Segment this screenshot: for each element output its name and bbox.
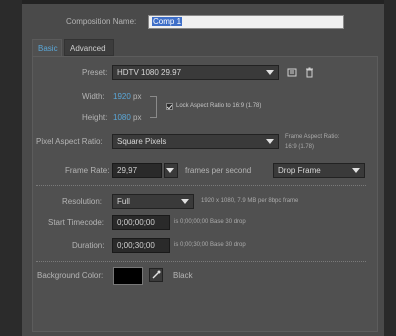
start-timecode-value: 0;00;00;00 (117, 218, 155, 227)
chevron-down-icon (352, 168, 360, 173)
lock-aspect-label: Lock Aspect Ratio to 16:9 (1.78) (176, 103, 262, 109)
chevron-down-icon (166, 168, 174, 173)
resolution-dropdown[interactable]: Full (112, 194, 194, 209)
comp-name-value: Comp 1 (152, 17, 183, 26)
start-timecode-label: Start Timecode: (48, 218, 105, 227)
pixel-aspect-value: Square Pixels (117, 137, 167, 146)
eyedropper-icon[interactable] (149, 268, 163, 282)
preset-label: Preset: (82, 68, 108, 77)
frame-aspect-value: 16:9 (1.78) (285, 144, 315, 150)
divider (36, 261, 366, 262)
pixel-aspect-dropdown[interactable]: Square Pixels (112, 134, 279, 149)
frame-rate-dropdown[interactable] (164, 163, 178, 178)
drop-frame-value: Drop Frame (278, 166, 321, 175)
height-unit: px (133, 113, 142, 122)
divider (36, 185, 366, 186)
chevron-down-icon (266, 139, 274, 144)
aspect-lock-bracket (150, 96, 157, 118)
bg-color-swatch[interactable] (113, 267, 143, 285)
tab-basic-label: Basic (38, 44, 58, 53)
duration-input[interactable]: 0;00;30;00 (112, 238, 170, 253)
drop-frame-dropdown[interactable]: Drop Frame (273, 163, 365, 178)
pixel-aspect-label: Pixel Aspect Ratio: (36, 137, 103, 146)
tab-basic[interactable]: Basic (32, 39, 62, 56)
comp-name-label: Composition Name: (66, 17, 137, 26)
width-value[interactable]: 1920 (113, 92, 131, 101)
lock-aspect-checkbox[interactable] (166, 103, 173, 110)
frame-rate-label: Frame Rate: (65, 166, 110, 175)
resolution-value: Full (117, 197, 130, 206)
chevron-down-icon (266, 70, 274, 75)
height-value[interactable]: 1080 (113, 113, 131, 122)
background-left (0, 0, 22, 336)
trash-icon[interactable] (304, 67, 315, 78)
width-unit: px (133, 92, 142, 101)
background-right (384, 0, 396, 336)
frame-rate-unit: frames per second (185, 166, 252, 175)
start-timecode-input[interactable]: 0;00;00;00 (112, 215, 170, 230)
preset-dropdown[interactable]: HDTV 1080 29.97 (112, 65, 279, 80)
comp-name-input[interactable]: Comp 1 (148, 15, 344, 29)
frame-rate-input[interactable]: 29,97 (112, 163, 162, 178)
frame-aspect-label: Frame Aspect Ratio: (285, 134, 340, 140)
save-preset-icon[interactable] (287, 67, 298, 78)
resolution-label: Resolution: (62, 197, 103, 206)
tab-advanced-label: Advanced (70, 44, 106, 53)
bg-color-name: Black (173, 271, 193, 280)
tab-advanced[interactable]: Advanced (64, 39, 114, 56)
width-label: Width: (82, 92, 105, 101)
frame-rate-value: 29,97 (117, 166, 138, 175)
preset-value: HDTV 1080 29.97 (117, 68, 182, 77)
bg-color-label: Background Color: (37, 271, 104, 280)
height-label: Height: (82, 113, 108, 122)
chevron-down-icon (181, 199, 189, 204)
duration-value: 0;00;30;00 (117, 241, 155, 250)
resolution-info: 1920 x 1080, 7.9 MB per 8bpc frame (201, 198, 299, 204)
start-timecode-info: is 0;00;00;00 Base 30 drop (174, 219, 246, 225)
duration-info: is 0;00;30;00 Base 30 drop (174, 242, 246, 248)
duration-label: Duration: (72, 241, 105, 250)
